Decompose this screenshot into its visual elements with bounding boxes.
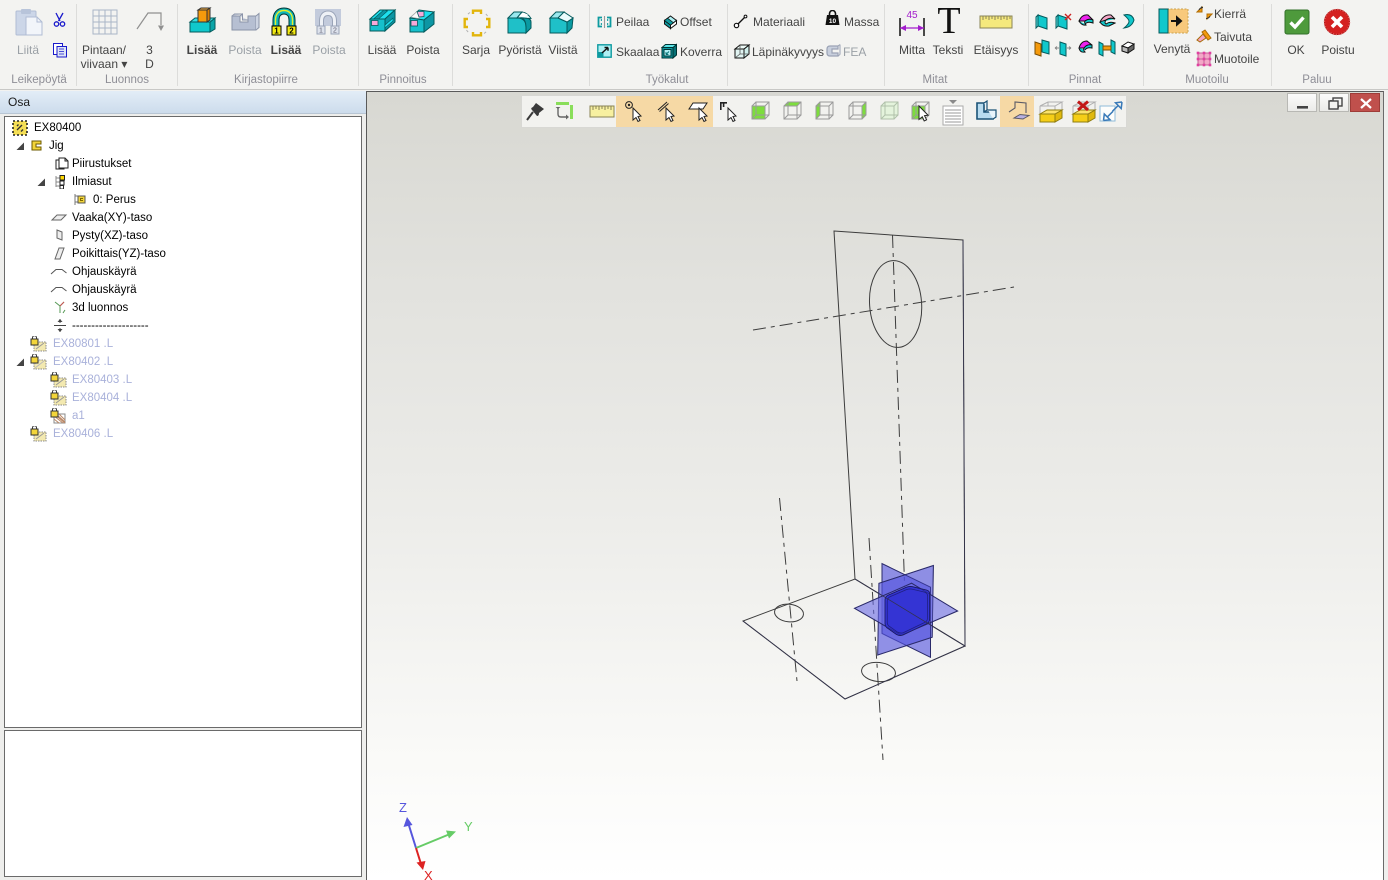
- svg-text:1: 1: [319, 28, 323, 35]
- svg-text:45: 45: [906, 10, 918, 21]
- svg-text:Z: Z: [399, 800, 407, 815]
- svg-text:2: 2: [333, 28, 337, 35]
- svg-text:2: 2: [289, 27, 294, 36]
- svg-text:T: T: [937, 5, 960, 35]
- svg-text:Y: Y: [464, 819, 473, 834]
- svg-text:10: 10: [829, 18, 837, 25]
- svg-text:1: 1: [274, 27, 279, 36]
- svg-text:X: X: [424, 868, 433, 880]
